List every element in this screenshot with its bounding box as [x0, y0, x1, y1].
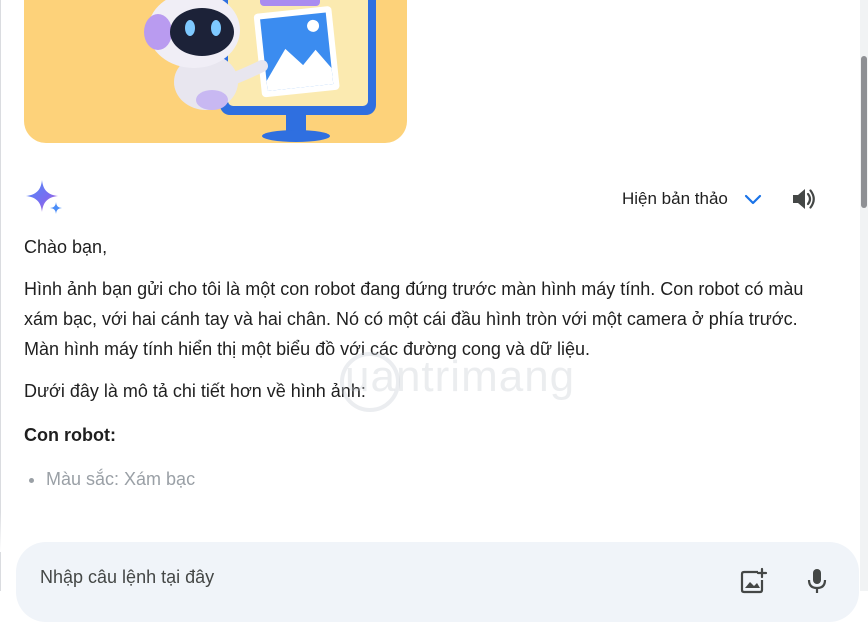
response-bullet-list: Màu sắc: Xám bạc — [24, 464, 836, 494]
window-edge — [0, 0, 1, 591]
microphone-icon[interactable] — [802, 566, 832, 596]
response-greeting: Chào bạn, — [24, 237, 108, 257]
show-drafts-label: Hiện bản thảo — [622, 189, 728, 208]
chevron-down-icon — [744, 194, 761, 205]
assistant-response: Chào bạn, Hình ảnh bạn gửi cho tôi là mộ… — [24, 232, 836, 494]
response-paragraph: Hình ảnh bạn gửi cho tôi là một con robo… — [24, 279, 804, 359]
response-section-title: Con robot: — [24, 425, 116, 445]
prompt-bar — [16, 542, 859, 622]
scrollbar-thumb[interactable] — [861, 56, 867, 208]
uploaded-image[interactable] — [24, 0, 407, 143]
robot-illustration — [144, 0, 376, 142]
response-detail-intro: Dưới đây là mô tả chi tiết hơn về hình ả… — [24, 381, 366, 401]
speaker-icon[interactable] — [788, 184, 818, 214]
prompt-input[interactable] — [38, 566, 722, 589]
list-item: Màu sắc: Xám bạc — [46, 464, 836, 494]
gemini-sparkle-icon — [26, 180, 62, 214]
add-image-icon[interactable] — [738, 566, 768, 596]
show-drafts-button[interactable]: Hiện bản thảo — [616, 183, 764, 215]
watermark-logo — [340, 352, 400, 412]
